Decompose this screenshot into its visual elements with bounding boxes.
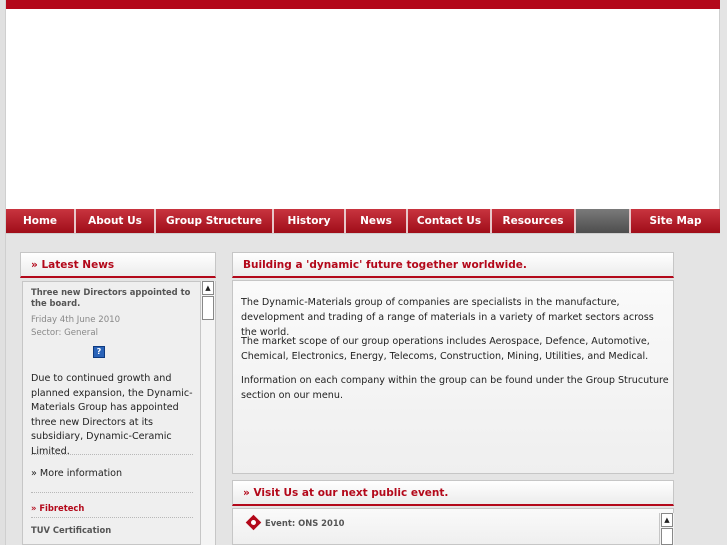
more-information-link[interactable]: » More information xyxy=(31,468,122,479)
news-headline-2[interactable]: TUV Certification xyxy=(31,525,111,535)
header-banner xyxy=(6,9,720,209)
nav-blank-item[interactable] xyxy=(576,209,631,233)
nav-resources[interactable]: Resources xyxy=(492,209,576,233)
event-label: Event: ONS 2010 xyxy=(265,517,345,528)
divider xyxy=(31,492,193,493)
news-headline[interactable]: Three new Directors appointed to the boa… xyxy=(31,287,197,309)
main-title: Building a 'dynamic' future together wor… xyxy=(232,252,674,278)
divider xyxy=(31,517,193,518)
scroll-thumb[interactable] xyxy=(202,296,214,320)
latest-news-title: » Latest News xyxy=(20,252,216,278)
nav-site-map[interactable]: Site Map xyxy=(631,209,720,233)
events-scrollbar[interactable]: ▲ xyxy=(659,513,674,545)
nav-about-us[interactable]: About Us xyxy=(76,209,156,233)
top-red-bar xyxy=(6,0,720,9)
divider xyxy=(31,454,193,455)
news-date: Friday 4th June 2010 xyxy=(31,315,121,325)
main-navigation: Home About Us Group Structure History Ne… xyxy=(6,209,720,233)
news-body: Due to continued growth and planned expa… xyxy=(31,373,193,457)
nav-news[interactable]: News xyxy=(346,209,408,233)
nav-contact-us[interactable]: Contact Us xyxy=(408,209,492,233)
scroll-thumb[interactable] xyxy=(661,528,673,545)
intro-paragraph-3: Information on each company within the g… xyxy=(241,375,669,401)
nav-history[interactable]: History xyxy=(274,209,346,233)
help-icon[interactable]: ? xyxy=(93,346,105,358)
news-scrollbar[interactable]: ▲ xyxy=(200,281,215,545)
nav-home[interactable]: Home xyxy=(6,209,76,233)
scroll-up-arrow-icon[interactable]: ▲ xyxy=(202,281,214,295)
intro-paragraph-2: The market scope of our group operations… xyxy=(241,336,650,362)
news-sector: Sector: General xyxy=(31,328,98,338)
event-item[interactable]: Event: ONS 2010 xyxy=(245,514,345,531)
events-title: » Visit Us at our next public event. xyxy=(232,480,674,506)
event-marker-icon xyxy=(245,514,262,531)
company-heading-fibretech[interactable]: » Fibretech xyxy=(31,503,84,513)
nav-group-structure[interactable]: Group Structure xyxy=(156,209,274,233)
scroll-up-arrow-icon[interactable]: ▲ xyxy=(661,513,673,527)
